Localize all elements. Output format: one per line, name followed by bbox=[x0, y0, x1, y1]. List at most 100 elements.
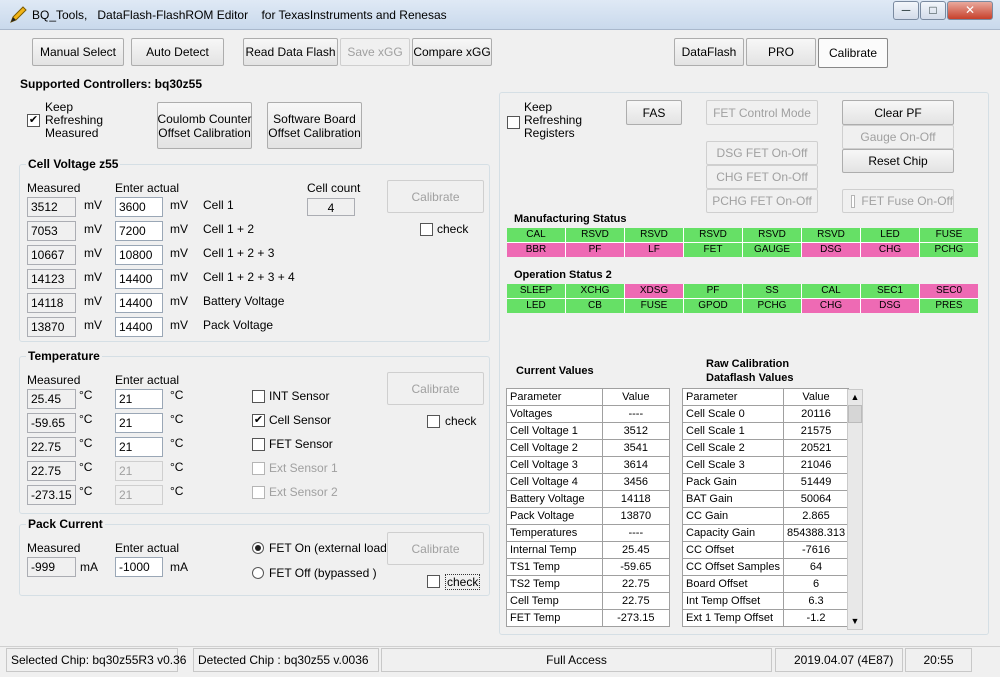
cv-actual-input[interactable]: 14400 bbox=[115, 269, 163, 289]
table-row[interactable]: FET Temp -273.15 bbox=[506, 609, 671, 627]
table-row[interactable]: Capacity Gain 854388.313 bbox=[682, 524, 850, 542]
scroll-down-icon[interactable]: ▼ bbox=[848, 614, 862, 629]
temp-actual-input[interactable]: 21 bbox=[115, 437, 163, 457]
fet-control-mode-button[interactable]: FET Control Mode bbox=[706, 100, 818, 125]
temp-sensor-checkbox[interactable] bbox=[252, 462, 265, 475]
fet-on-radio[interactable] bbox=[252, 542, 264, 554]
pchg-fet-onoff-button[interactable]: PCHG FET On-Off bbox=[706, 189, 818, 213]
table-row[interactable]: BAT Gain 50064 bbox=[682, 490, 850, 508]
raw-values-scrollbar[interactable]: ▲ ▼ bbox=[847, 389, 863, 630]
status-flag: LED bbox=[861, 228, 919, 242]
minimize-button[interactable]: ─ bbox=[893, 1, 919, 20]
table-row[interactable]: Pack Gain 51449 bbox=[682, 473, 850, 491]
temp-sensor-checkbox[interactable] bbox=[252, 486, 265, 499]
param-cell: Ext 1 Temp Offset bbox=[682, 609, 784, 627]
current-values-title: Current Values bbox=[516, 365, 594, 377]
temp-calibrate-button[interactable]: Calibrate bbox=[387, 372, 484, 405]
cv-row-name: Cell 1 bbox=[203, 198, 234, 212]
status-flag: PF bbox=[566, 243, 624, 257]
window-title: BQ_Tools, DataFlash-FlashROM Editor for … bbox=[32, 8, 447, 22]
save-xgg-button[interactable]: Save xGG bbox=[340, 38, 410, 66]
tab-calibrate[interactable]: Calibrate bbox=[818, 38, 888, 68]
clear-pf-button[interactable]: Clear PF bbox=[842, 100, 954, 125]
keep-refreshing-measured-checkbox[interactable]: ✔ bbox=[27, 114, 40, 127]
coulomb-counter-offset-calibration-button[interactable]: Coulomb Counter Offset Calibration bbox=[157, 102, 252, 149]
status-flag: FUSE bbox=[625, 299, 683, 313]
table-row[interactable]: Voltages ---- bbox=[506, 405, 671, 423]
keep-refreshing-registers-checkbox[interactable] bbox=[507, 116, 520, 129]
table-row[interactable]: TS1 Temp -59.65 bbox=[506, 558, 671, 576]
cv-actual-input[interactable]: 14400 bbox=[115, 293, 163, 313]
pc-enter-actual-header: Enter actual bbox=[115, 541, 180, 555]
table-row[interactable]: Int Temp Offset 6.3 bbox=[682, 592, 850, 610]
table-row[interactable]: Board Offset 6 bbox=[682, 575, 850, 593]
table-row[interactable]: Cell Scale 3 21046 bbox=[682, 456, 850, 474]
status-flag: SEC1 bbox=[861, 284, 919, 298]
table-row[interactable]: Cell Voltage 4 3456 bbox=[506, 473, 671, 491]
table-row[interactable]: Internal Temp 25.45 bbox=[506, 541, 671, 559]
value-cell: ---- bbox=[601, 524, 671, 542]
app-name: BQ_Tools, bbox=[32, 8, 88, 22]
temp-actual-input[interactable]: 21 bbox=[115, 389, 163, 409]
fet-fuse-checkbox[interactable] bbox=[851, 194, 856, 208]
fas-button[interactable]: FAS bbox=[626, 100, 682, 125]
pc-check-checkbox[interactable] bbox=[427, 575, 440, 588]
cv-actual-input[interactable]: 14400 bbox=[115, 317, 163, 337]
table-row[interactable]: Cell Voltage 1 3512 bbox=[506, 422, 671, 440]
chg-fet-onoff-button[interactable]: CHG FET On-Off bbox=[706, 165, 818, 189]
temp-sensor-label: Cell Sensor bbox=[269, 413, 332, 427]
table-row[interactable]: Ext 1 Temp Offset -1.2 bbox=[682, 609, 850, 627]
table-row[interactable]: Cell Scale 0 20116 bbox=[682, 405, 850, 423]
table-row[interactable]: Pack Voltage 13870 bbox=[506, 507, 671, 525]
cv-actual-input[interactable]: 3600 bbox=[115, 197, 163, 217]
status-flag: LED bbox=[507, 299, 565, 313]
fet-off-radio[interactable] bbox=[252, 567, 264, 579]
table-row[interactable]: Cell Voltage 3 3614 bbox=[506, 456, 671, 474]
temp-actual-input[interactable]: 21 bbox=[115, 461, 163, 481]
pc-calibrate-button[interactable]: Calibrate bbox=[387, 532, 484, 565]
temp-check-checkbox[interactable] bbox=[427, 415, 440, 428]
table-row[interactable]: TS2 Temp 22.75 bbox=[506, 575, 671, 593]
dsg-fet-onoff-button[interactable]: DSG FET On-Off bbox=[706, 141, 818, 165]
table-row[interactable]: Cell Scale 1 21575 bbox=[682, 422, 850, 440]
auto-detect-button[interactable]: Auto Detect bbox=[131, 38, 224, 66]
table-row[interactable]: CC Offset Samples 64 bbox=[682, 558, 850, 576]
compare-xgg-button[interactable]: Compare xGG bbox=[412, 38, 492, 66]
pack-current-title: Pack Current bbox=[26, 517, 105, 531]
table-row[interactable]: Cell Scale 2 20521 bbox=[682, 439, 850, 457]
temp-sensor-checkbox[interactable] bbox=[252, 438, 265, 451]
temp-actual-input[interactable]: 21 bbox=[115, 485, 163, 505]
scroll-thumb[interactable] bbox=[848, 405, 862, 423]
table-row[interactable]: Cell Voltage 2 3541 bbox=[506, 439, 671, 457]
table-row[interactable]: Temperatures ---- bbox=[506, 524, 671, 542]
maximize-button[interactable]: □ bbox=[920, 1, 946, 20]
scroll-up-icon[interactable]: ▲ bbox=[848, 390, 862, 405]
tab-pro[interactable]: PRO bbox=[746, 38, 816, 66]
temp-sensor-checkbox[interactable]: ✔ bbox=[252, 414, 265, 427]
manual-select-button[interactable]: Manual Select bbox=[32, 38, 124, 66]
table-row[interactable]: Cell Temp 22.75 bbox=[506, 592, 671, 610]
value-cell: -1.2 bbox=[782, 609, 850, 627]
cv-actual-input[interactable]: 7200 bbox=[115, 221, 163, 241]
table-row[interactable]: CC Gain 2.865 bbox=[682, 507, 850, 525]
gauge-onoff-button[interactable]: Gauge On-Off bbox=[842, 125, 954, 149]
tab-dataflash[interactable]: DataFlash bbox=[674, 38, 744, 66]
param-cell: Cell Scale 3 bbox=[682, 456, 784, 474]
fet-fuse-onoff-button[interactable]: FET Fuse On-Off bbox=[842, 189, 954, 213]
close-button[interactable]: ✕ bbox=[947, 1, 993, 20]
temp-sensor-checkbox[interactable] bbox=[252, 390, 265, 403]
pc-actual-input[interactable]: -1000 bbox=[115, 557, 163, 577]
manufacturing-status-flags: CAL RSVD RSVD RSVD RSVD RSVD LED FUSE BBR PF LF FET… bbox=[507, 228, 978, 257]
cv-check-checkbox[interactable] bbox=[420, 223, 433, 236]
cv-calibrate-button[interactable]: Calibrate bbox=[387, 180, 484, 213]
table-row[interactable]: CC Offset -7616 bbox=[682, 541, 850, 559]
reset-chip-button[interactable]: Reset Chip bbox=[842, 149, 954, 173]
table-row[interactable]: Battery Voltage 14118 bbox=[506, 490, 671, 508]
cv-row-name: Battery Voltage bbox=[203, 294, 285, 308]
software-board-offset-calibration-button[interactable]: Software Board Offset Calibration bbox=[267, 102, 362, 149]
temp-actual-unit: °C bbox=[170, 412, 184, 426]
read-data-flash-button[interactable]: Read Data Flash bbox=[243, 38, 338, 66]
status-flag: PCHG bbox=[920, 243, 978, 257]
temp-actual-input[interactable]: 21 bbox=[115, 413, 163, 433]
cv-actual-input[interactable]: 10800 bbox=[115, 245, 163, 265]
